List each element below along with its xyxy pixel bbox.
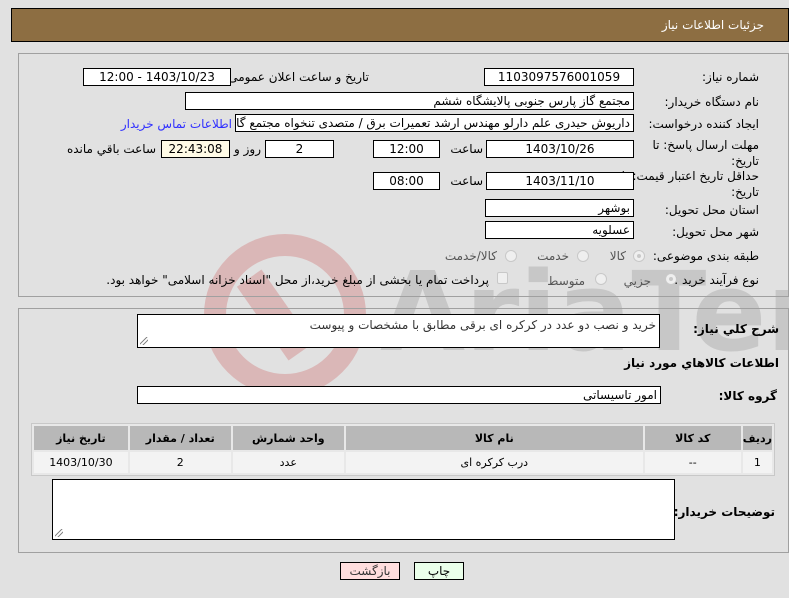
page-title: جزئیات اطلاعات نیاز <box>661 18 764 32</box>
description-textarea[interactable]: خرید و نصب دو عدد در کرکره ای برقی مطابق… <box>137 314 660 348</box>
col-header-unit: واحد شمارش <box>232 426 344 450</box>
table-header-row: ردیف کد کالا نام کالا واحد شمارش تعداد /… <box>34 426 772 450</box>
days-label: روز و <box>234 142 261 156</box>
col-header-name: نام کالا <box>345 426 643 450</box>
col-header-row-no: ردیف <box>742 426 772 450</box>
goods-group-label: گروه کالا: <box>718 389 777 403</box>
category-option-service: خدمت <box>537 249 569 263</box>
print-button[interactable]: چاپ <box>414 562 464 580</box>
reply-deadline-date-field: 1403/10/26 <box>486 140 634 158</box>
city-field: عسلویه <box>485 221 634 239</box>
buyer-notes-textarea[interactable] <box>52 479 675 540</box>
reply-deadline-time-label: ساعت <box>450 142 483 156</box>
need-number-field: 1103097576001059 <box>484 68 634 86</box>
resize-handle-icon[interactable] <box>140 337 148 345</box>
description-text: خرید و نصب دو عدد در کرکره ای برقی مطابق… <box>309 318 656 332</box>
col-header-code: کد کالا <box>644 426 741 450</box>
goods-table: ردیف کد کالا نام کالا واحد شمارش تعداد /… <box>31 423 775 476</box>
purchase-type-option-medium: متوسط <box>547 274 585 288</box>
col-header-date: تاریخ نیاز <box>34 426 128 450</box>
province-field: بوشهر <box>485 199 634 217</box>
back-button[interactable]: بازگشت <box>340 562 400 580</box>
price-validity-time-label: ساعت <box>450 174 483 188</box>
remaining-days-field: 2 <box>265 140 334 158</box>
category-radio-service[interactable] <box>577 250 589 262</box>
province-label: استان محل تحویل: <box>664 203 759 217</box>
buyer-org-label: نام دستگاه خریدار: <box>664 95 760 109</box>
cell-date: 1403/10/30 <box>34 452 128 473</box>
cell-code: -- <box>644 452 741 473</box>
requester-label: ایجاد کننده درخواست: <box>648 117 759 131</box>
announce-datetime-field: 1403/10/23 - 12:00 <box>83 68 231 86</box>
treasury-note: پرداخت تمام یا بخشی از مبلغ خرید،از محل … <box>106 273 489 287</box>
category-radio-goods-service[interactable] <box>505 250 517 262</box>
buyer-org-field: مجتمع گاز پارس جنوبی پالایشگاه ششم <box>185 92 634 110</box>
category-label: طبقه بندی موضوعی: <box>652 249 759 263</box>
page-header: جزئیات اطلاعات نیاز <box>11 8 789 42</box>
cell-quantity: 2 <box>129 452 231 473</box>
category-option-goods-service: کالا/خدمت <box>444 249 497 263</box>
need-number-label: شماره نیاز: <box>702 70 759 84</box>
col-header-quantity: تعداد / مقدار <box>129 426 231 450</box>
table-row: 1 -- درب کرکره ای عدد 2 1403/10/30 <box>34 452 772 473</box>
purchase-type-radio-minor[interactable] <box>665 273 677 285</box>
description-label: شرح کلي نياز: <box>693 322 779 336</box>
reply-deadline-time-field: 12:00 <box>373 140 440 158</box>
cell-unit: عدد <box>232 452 344 473</box>
purchase-type-option-minor: جزیي <box>623 274 651 288</box>
remaining-time-field: 22:43:08 <box>161 140 230 158</box>
reply-deadline-label: مهلت ارسال پاسخ: تا تاریخ: <box>652 138 759 168</box>
goods-section-title: اطلاعات کالاهاي مورد نياز <box>624 356 779 370</box>
purchase-type-label: نوع فرآیند خرید : <box>674 273 759 287</box>
buyer-contact-link[interactable]: اطلاعات تماس خریدار <box>121 117 232 131</box>
cell-name: درب کرکره ای <box>345 452 643 473</box>
price-validity-date-field: 1403/11/10 <box>486 172 634 190</box>
announce-datetime-label: تاریخ و ساعت اعلان عمومی: <box>224 70 369 84</box>
treasury-checkbox[interactable] <box>497 272 508 284</box>
cell-row-no: 1 <box>742 452 772 473</box>
purchase-type-radio-medium[interactable] <box>595 273 607 285</box>
city-label: شهر محل تحویل: <box>672 225 759 239</box>
goods-group-field: امور تاسیساتی <box>137 386 661 404</box>
price-validity-time-field: 08:00 <box>373 172 440 190</box>
category-option-goods: کالا <box>609 249 626 263</box>
resize-handle-icon[interactable] <box>55 529 63 537</box>
category-radio-goods[interactable] <box>633 250 645 262</box>
remaining-time-label: ساعت باقي مانده <box>66 142 156 156</box>
buyer-notes-label: توضیحات خریدار: <box>673 505 775 519</box>
requester-field: داریوش حیدری علم دارلو مهندس ارشد تعمیرا… <box>235 114 634 132</box>
